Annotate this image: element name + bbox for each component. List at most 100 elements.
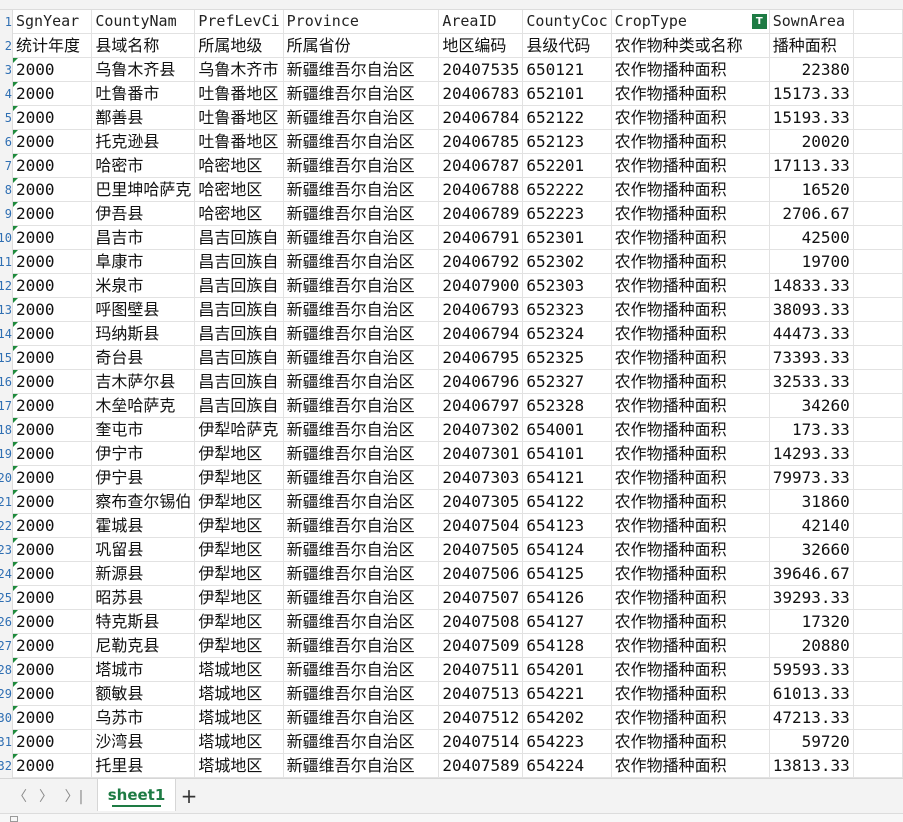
empty-cell[interactable] — [853, 561, 903, 586]
table-cell[interactable]: 2000 — [13, 753, 93, 778]
table-cell[interactable]: 米泉市 — [91, 273, 196, 298]
table-cell[interactable]: 2000 — [13, 729, 93, 754]
table-cell[interactable]: 20406791 — [438, 225, 524, 250]
table-cell[interactable]: 652122 — [522, 105, 612, 130]
table-cell[interactable]: 昌吉市 — [91, 225, 196, 250]
row-number[interactable]: 21 — [0, 490, 12, 514]
row-number[interactable]: 16 — [0, 370, 12, 394]
row-number[interactable]: 12 — [0, 274, 12, 298]
table-cell[interactable]: 伊犁地区 — [194, 513, 284, 538]
table-cell[interactable]: 伊犁地区 — [194, 465, 284, 490]
header-cell-en[interactable]: SgnYear — [13, 10, 93, 34]
table-cell[interactable]: 2000 — [13, 369, 93, 394]
table-cell[interactable]: 79973.33 — [769, 465, 854, 490]
table-cell[interactable]: 2000 — [13, 489, 93, 514]
table-cell[interactable]: 哈密市 — [91, 153, 196, 178]
header-cell-en[interactable]: CountyCoc — [522, 10, 612, 34]
empty-cell[interactable] — [853, 225, 903, 250]
table-cell[interactable]: 农作物播种面积 — [611, 393, 770, 418]
table-cell[interactable]: 鄯善县 — [91, 105, 196, 130]
table-cell[interactable]: 新疆维吾尔自治区 — [283, 81, 440, 106]
table-cell[interactable]: 农作物播种面积 — [611, 753, 770, 778]
table-cell[interactable]: 农作物播种面积 — [611, 153, 770, 178]
table-cell[interactable]: 伊宁市 — [91, 441, 196, 466]
empty-cell[interactable] — [853, 681, 903, 706]
table-cell[interactable]: 20407505 — [438, 537, 524, 562]
table-cell[interactable]: 农作物播种面积 — [611, 249, 770, 274]
table-cell[interactable]: 654126 — [522, 585, 612, 610]
table-cell[interactable]: 20406794 — [438, 321, 524, 346]
table-cell[interactable]: 乌鲁木齐市 — [194, 57, 284, 82]
table-cell[interactable]: 20880 — [769, 633, 854, 658]
table-cell[interactable]: 2000 — [13, 129, 93, 154]
table-cell[interactable]: 新疆维吾尔自治区 — [283, 57, 440, 82]
table-cell[interactable]: 伊犁地区 — [194, 489, 284, 514]
table-cell[interactable]: 新疆维吾尔自治区 — [283, 177, 440, 202]
row-number[interactable]: 28 — [0, 658, 12, 682]
table-cell[interactable]: 652123 — [522, 129, 612, 154]
empty-cell[interactable] — [853, 609, 903, 634]
table-cell[interactable]: 2000 — [13, 105, 93, 130]
table-cell[interactable]: 奇台县 — [91, 345, 196, 370]
table-cell[interactable]: 新疆维吾尔自治区 — [283, 417, 440, 442]
table-cell[interactable]: 农作物播种面积 — [611, 561, 770, 586]
table-cell[interactable]: 新疆维吾尔自治区 — [283, 561, 440, 586]
row-number[interactable]: 3 — [0, 58, 12, 82]
row-number[interactable]: 2 — [0, 34, 12, 58]
table-cell[interactable]: 32533.33 — [769, 369, 854, 394]
table-cell[interactable]: 654224 — [522, 753, 612, 778]
table-cell[interactable]: 20407513 — [438, 681, 524, 706]
table-cell[interactable]: 2000 — [13, 513, 93, 538]
table-cell[interactable]: 新疆维吾尔自治区 — [283, 585, 440, 610]
table-cell[interactable]: 农作物播种面积 — [611, 729, 770, 754]
empty-cell[interactable] — [853, 753, 903, 778]
table-cell[interactable]: 2000 — [13, 657, 93, 682]
table-cell[interactable]: 昭苏县 — [91, 585, 196, 610]
row-number[interactable]: 31 — [0, 730, 12, 754]
empty-cell[interactable] — [853, 585, 903, 610]
table-cell[interactable]: 新疆维吾尔自治区 — [283, 225, 440, 250]
header-cell-cn[interactable]: 播种面积 — [769, 33, 854, 58]
table-cell[interactable]: 654125 — [522, 561, 612, 586]
header-cell-en[interactable]: PrefLevCi — [194, 10, 284, 34]
table-cell[interactable]: 2000 — [13, 81, 93, 106]
table-cell[interactable]: 农作物播种面积 — [611, 489, 770, 514]
table-cell[interactable]: 652303 — [522, 273, 612, 298]
row-number[interactable]: 8 — [0, 178, 12, 202]
scroll-next-sheet-button[interactable]: 〉 — [36, 787, 56, 807]
empty-cell[interactable] — [853, 345, 903, 370]
table-cell[interactable]: 654202 — [522, 705, 612, 730]
row-number-strip[interactable]: 1234567891011121314151617181920212223242… — [0, 10, 13, 778]
empty-cell[interactable] — [853, 321, 903, 346]
header-cell-cn[interactable]: 农作物种类或名称 — [611, 33, 770, 58]
empty-cell[interactable] — [853, 465, 903, 490]
table-cell[interactable]: 新源县 — [91, 561, 196, 586]
table-cell[interactable]: 伊犁地区 — [194, 561, 284, 586]
row-number[interactable]: 19 — [0, 442, 12, 466]
table-cell[interactable]: 39646.67 — [769, 561, 854, 586]
table-cell[interactable]: 托克逊县 — [91, 129, 196, 154]
table-cell[interactable]: 2000 — [13, 609, 93, 634]
table-cell[interactable]: 39293.33 — [769, 585, 854, 610]
table-cell[interactable]: 20406797 — [438, 393, 524, 418]
empty-cell[interactable] — [853, 273, 903, 298]
add-sheet-button[interactable]: + — [178, 785, 200, 807]
table-cell[interactable]: 2000 — [13, 249, 93, 274]
empty-cell[interactable] — [853, 105, 903, 130]
table-cell[interactable]: 农作物播种面积 — [611, 585, 770, 610]
table-cell[interactable]: 173.33 — [769, 417, 854, 442]
table-cell[interactable]: 61013.33 — [769, 681, 854, 706]
table-cell[interactable]: 73393.33 — [769, 345, 854, 370]
empty-cell[interactable] — [853, 177, 903, 202]
empty-cell[interactable] — [853, 33, 903, 58]
table-cell[interactable]: 2000 — [13, 297, 93, 322]
table-cell[interactable]: 新疆维吾尔自治区 — [283, 489, 440, 514]
table-cell[interactable]: 农作物播种面积 — [611, 201, 770, 226]
table-cell[interactable]: 乌苏市 — [91, 705, 196, 730]
table-cell[interactable]: 654124 — [522, 537, 612, 562]
table-cell[interactable]: 20407508 — [438, 609, 524, 634]
data-grid[interactable]: SgnYear CountyNam PrefLevCi Province AreaID C… — [13, 10, 903, 778]
table-cell[interactable]: 伊犁地区 — [194, 585, 284, 610]
table-cell[interactable]: 农作物播种面积 — [611, 225, 770, 250]
table-cell[interactable]: 尼勒克县 — [91, 633, 196, 658]
